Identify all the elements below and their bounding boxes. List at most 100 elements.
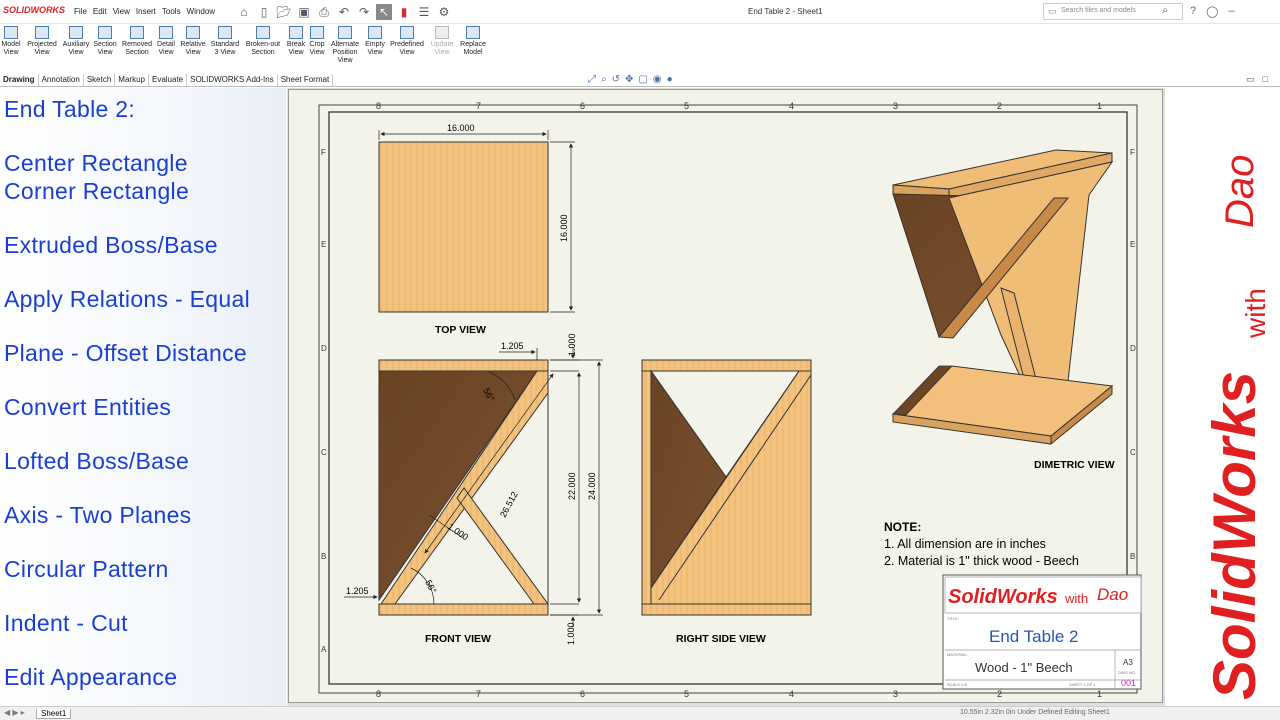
title-block-size: A3 — [1123, 658, 1133, 667]
drawing-sheet[interactable]: 8877665544332211FFEEDDCCBBAA 16.000 16.0… — [288, 89, 1163, 703]
menu-item-edit[interactable]: Edit — [93, 7, 107, 16]
restore-icon[interactable]: ▭ — [1246, 74, 1255, 85]
search-input[interactable]: ▭ Search files and models ⌕ — [1043, 3, 1183, 20]
ribbon-label: Predefined View — [390, 41, 424, 56]
display-style-icon[interactable]: ▢ — [638, 74, 647, 85]
menu-item-file[interactable]: File — [74, 7, 87, 16]
right-side-view[interactable]: RIGHT SIDE VIEW — [641, 359, 812, 645]
sheet-nav-arrows[interactable]: ◀ ▶ ▸ — [4, 708, 25, 717]
maximize-icon[interactable]: □ — [1263, 74, 1268, 85]
previous-view-icon[interactable]: ↺ — [612, 74, 620, 85]
dim-total-height[interactable]: 24.000 — [587, 472, 597, 500]
menu-item-window[interactable]: Window — [187, 7, 215, 16]
zone-row-label: D — [1130, 344, 1136, 353]
file-properties-icon[interactable]: ☰ — [416, 4, 432, 20]
top-view-face — [378, 141, 549, 313]
title-block-material[interactable]: Wood - 1" Beech — [975, 660, 1073, 675]
tab-sheet-format[interactable]: Sheet Format — [278, 74, 334, 86]
ribbon-button-replace-model[interactable]: Replace Model — [458, 26, 488, 57]
ribbon-button-crop-view[interactable]: Crop View — [307, 26, 327, 57]
undo-icon[interactable]: ↶ — [336, 4, 352, 20]
ribbon-button-detail-view[interactable]: Detail View — [155, 26, 177, 57]
zoom-fit-icon[interactable]: ⤢ — [588, 74, 596, 85]
dim-thickness[interactable]: 1.000 — [446, 521, 470, 542]
hide-show-icon[interactable]: ◉ — [653, 74, 662, 85]
appearance-icon[interactable]: ● — [667, 74, 673, 85]
branding-with: with — [1240, 288, 1271, 339]
right-bottom-slab — [641, 603, 812, 616]
new-file-icon[interactable]: ▯ — [256, 4, 272, 20]
title-block[interactable]: SolidWorks with Dao TITLE: End Table 2 M… — [942, 574, 1142, 690]
zone-column-label: 2 — [997, 689, 1002, 699]
ribbon-button-predefined-view[interactable]: Predefined View — [388, 26, 426, 57]
select-icon[interactable]: ↖ — [376, 4, 392, 20]
zoom-area-icon[interactable]: ⌕ — [601, 74, 607, 85]
minimize-icon[interactable]: – — [1228, 5, 1234, 18]
title-block-title[interactable]: End Table 2 — [989, 627, 1078, 646]
dim-inner-height[interactable]: 22.000 — [567, 472, 577, 500]
tab-sketch[interactable]: Sketch — [84, 74, 116, 86]
tutorial-step: Apply Relations - Equal — [4, 286, 250, 312]
print-icon[interactable]: ⎙ — [316, 4, 332, 20]
front-view-label: FRONT VIEW — [425, 633, 491, 645]
user-icon[interactable]: ◯ — [1206, 5, 1218, 18]
zone-column-label: 7 — [476, 689, 481, 699]
menu-item-view[interactable]: View — [113, 7, 130, 16]
zone-row-label: E — [321, 240, 326, 249]
tab-evaluate[interactable]: Evaluate — [149, 74, 188, 86]
tutorial-step: Convert Entities — [4, 394, 172, 420]
redo-icon[interactable]: ↷ — [356, 4, 372, 20]
drawing-notes[interactable]: NOTE: 1. All dimension are in inches 2. … — [884, 520, 1079, 568]
ribbon-button-standard-3view[interactable]: Standard 3 View — [209, 26, 241, 57]
ribbon-button-empty-view[interactable]: Empty View — [363, 26, 387, 57]
dimetric-view[interactable]: DIMETRIC VIEW — [891, 149, 1115, 471]
ribbon-button-removed-section[interactable]: Removed Section — [120, 26, 154, 57]
options-gear-icon[interactable]: ⚙ — [436, 4, 452, 20]
rebuild-icon[interactable]: ▮ — [396, 4, 412, 20]
ribbon-button-relative-view[interactable]: Relative View — [178, 26, 208, 57]
dim-top-depth[interactable]: 16.000 — [559, 214, 569, 242]
dim-thick-bottom[interactable]: 1.000 — [566, 622, 576, 645]
front-top-slab — [378, 359, 549, 372]
ribbon-button-auxiliary-view[interactable]: Auxiliary View — [60, 26, 92, 57]
dim-angle-bottom[interactable]: 56° — [423, 578, 438, 595]
app-logo[interactable]: SOLIDWORKS — [3, 5, 65, 15]
search-icon[interactable]: ⌕ — [1162, 5, 1168, 16]
search-placeholder: Search files and models — [1061, 7, 1136, 14]
open-icon[interactable]: 📂︎ — [276, 4, 292, 20]
tab-solidworks-add-ins[interactable]: SOLIDWORKS Add-Ins — [187, 74, 278, 86]
ribbon-button-projected-view[interactable]: Projected View — [24, 26, 60, 57]
save-icon[interactable]: ▣ — [296, 4, 312, 20]
ribbon-button-break-view[interactable]: Break View — [285, 26, 307, 57]
top-view[interactable]: 16.000 16.000 TOP VIEW — [378, 123, 575, 336]
front-view[interactable]: 1.205 1.000 22.000 24.000 26.512 1.000 5… — [344, 333, 603, 645]
home-icon[interactable]: ⌂ — [236, 4, 252, 20]
ribbon-button-alternate-position-view[interactable]: Alternate Position View — [328, 26, 362, 65]
title-block-scale: SCALE:1:8 — [947, 682, 968, 687]
dim-offset-bottom[interactable]: 1.205 — [346, 586, 369, 596]
ribbon-button-broken-out-section[interactable]: Broken-out Section — [243, 26, 283, 57]
tab-drawing[interactable]: Drawing — [0, 74, 39, 86]
dim-offset-top[interactable]: 1.205 — [501, 341, 524, 351]
help-icon[interactable]: ? — [1190, 5, 1196, 18]
title-block-dwg-no[interactable]: 001 — [1121, 678, 1136, 688]
tutorial-steps-panel: End Table 2: Center Rectangle Corner Recta… — [0, 88, 286, 706]
ribbon-button-update-view[interactable]: Update View — [430, 26, 454, 57]
dim-thick-top[interactable]: 1.000 — [567, 333, 577, 356]
tab-markup[interactable]: Markup — [115, 74, 149, 86]
dim-diagonal[interactable]: 26.512 — [498, 490, 520, 519]
ribbon-label: Detail View — [157, 41, 175, 56]
zone-column-label: 5 — [684, 101, 689, 111]
dim-top-width[interactable]: 16.000 — [447, 123, 475, 133]
sheet-tab[interactable]: Sheet1 — [36, 709, 72, 719]
menu-item-tools[interactable]: Tools — [162, 7, 181, 16]
ribbon-button-section-view[interactable]: Section View — [91, 26, 119, 57]
ribbon-icon — [466, 26, 480, 39]
drawing-canvas[interactable]: 8877665544332211FFEEDDCCBBAA 16.000 16.0… — [287, 88, 1165, 706]
pan-icon[interactable]: ✥ — [625, 74, 633, 85]
ribbon-icon — [289, 26, 303, 39]
tab-annotation[interactable]: Annotation — [39, 74, 84, 86]
ribbon-button-model-view[interactable]: Model View — [0, 26, 22, 57]
tutorial-step: Plane - Offset Distance — [4, 340, 247, 366]
menu-item-insert[interactable]: Insert — [136, 7, 156, 16]
